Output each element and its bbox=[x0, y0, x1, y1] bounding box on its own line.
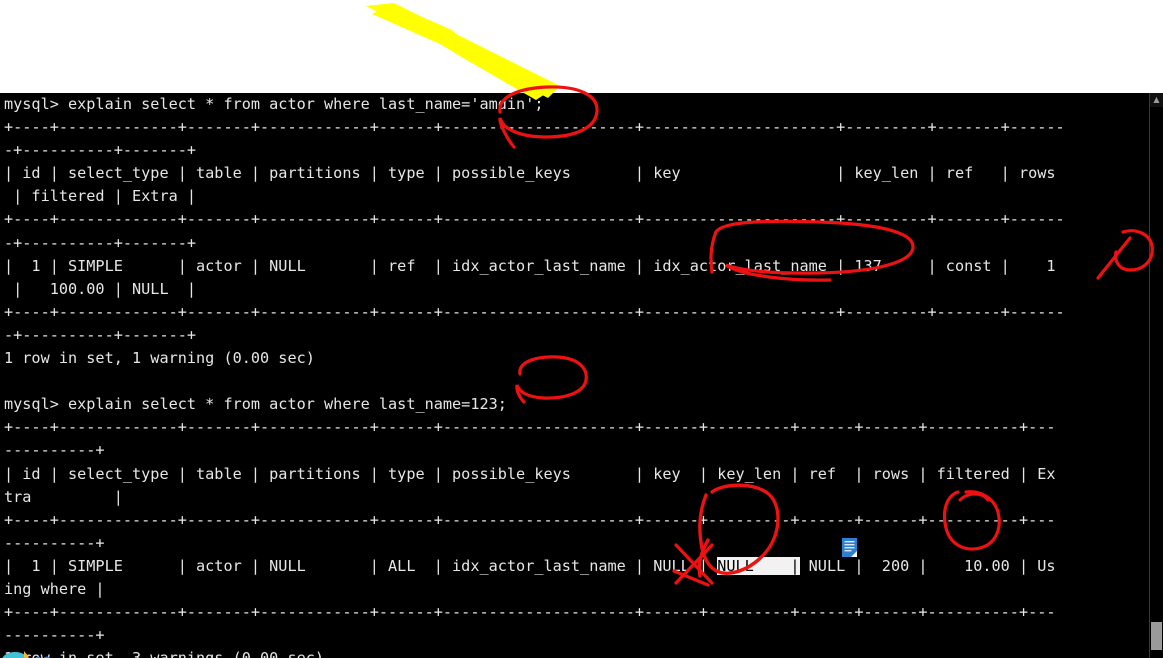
scrollbar-thumb[interactable] bbox=[1151, 622, 1162, 650]
terminal-line: -+----------+-------+ bbox=[4, 325, 197, 344]
terminal-line: +----+-------------+-------+------------… bbox=[4, 210, 1065, 229]
terminal-line: | 1 | SIMPLE | actor | NULL | ref | idx_… bbox=[4, 256, 1056, 275]
terminal-line: | id | select_type | table | partitions … bbox=[4, 164, 1056, 183]
terminal-line: mysql> explain select * from actor where… bbox=[4, 395, 507, 414]
terminal-line: | 1 | SIMPLE | actor | NULL | ALL | idx_… bbox=[4, 556, 1056, 575]
terminal-line: | id | select_type | table | partitions … bbox=[4, 464, 1056, 483]
terminal-line: -+----------+-------+ bbox=[4, 141, 197, 160]
terminal-line: +----+-------------+-------+------------… bbox=[4, 118, 1065, 137]
terminal-line: +----+-------------+-------+------------… bbox=[4, 418, 1056, 437]
mysql-terminal-window[interactable]: mysql> explain select * from actor where… bbox=[0, 93, 1163, 658]
terminal-line: +----+-------------+-------+------------… bbox=[4, 510, 1056, 529]
terminal-line: +----+-------------+-------+------------… bbox=[4, 603, 1056, 622]
annotation-canvas-top bbox=[0, 0, 1163, 93]
terminal-line: mysql> explain select * from actor where… bbox=[4, 95, 544, 113]
taskbar-app-icon[interactable] bbox=[2, 648, 62, 658]
terminal-line: -+----------+-------+ bbox=[4, 233, 197, 252]
selected-text: NULL | bbox=[717, 556, 800, 575]
terminal-line: | filtered | Extra | bbox=[4, 187, 197, 206]
terminal-text-buffer: mysql> explain select * from actor where… bbox=[4, 93, 1065, 658]
screenshot-root: mysql> explain select * from actor where… bbox=[0, 0, 1163, 658]
document-drag-icon bbox=[842, 538, 859, 558]
terminal-line: ----------+ bbox=[4, 626, 105, 645]
terminal-line: | 100.00 | NULL | bbox=[4, 279, 197, 298]
terminal-line: ----------+ bbox=[4, 441, 105, 460]
terminal-line: ing where | bbox=[4, 579, 105, 598]
terminal-scrollbar[interactable]: ▲ bbox=[1149, 93, 1163, 658]
terminal-line: 1 row in set, 1 warning (0.00 sec) bbox=[4, 349, 315, 368]
scroll-up-arrow-icon[interactable]: ▲ bbox=[1150, 93, 1163, 107]
terminal-line: 1 row in set, 3 warnings (0.00 sec) bbox=[4, 647, 1065, 658]
terminal-line: tra | bbox=[4, 487, 123, 506]
terminal-line: +----+-------------+-------+------------… bbox=[4, 302, 1065, 321]
terminal-line: ----------+ bbox=[4, 533, 105, 552]
